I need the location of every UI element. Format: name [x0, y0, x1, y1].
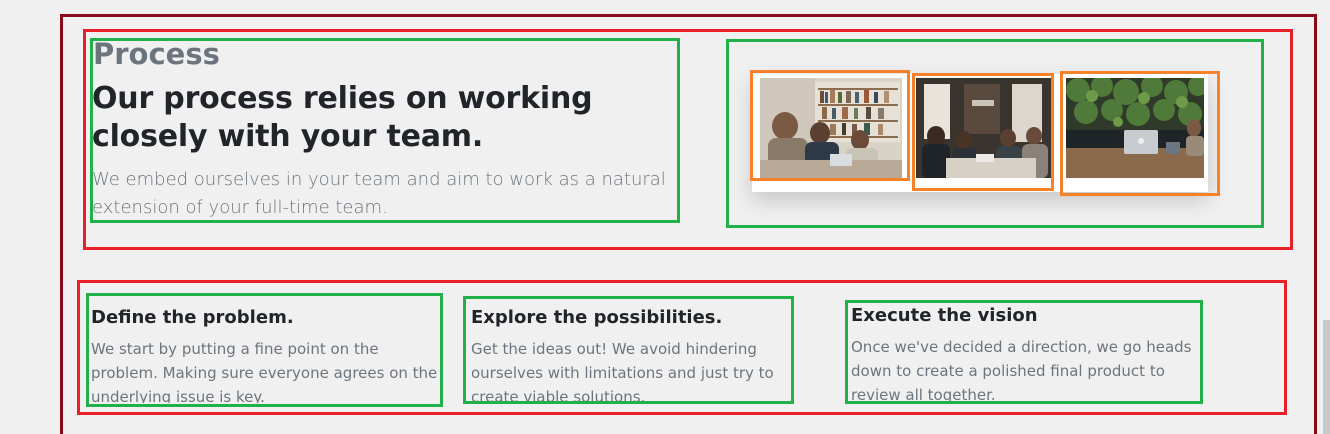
- photo-frame-3: [1060, 71, 1220, 196]
- section-heading: Our process relies on working closely wi…: [92, 81, 593, 154]
- step-title-explore: Explore the possibilities.: [471, 307, 723, 328]
- step-text-define: We start by putting a fine point on the …: [91, 340, 438, 403]
- step-title-execute: Execute the vision: [851, 305, 1038, 326]
- step-text-explore: Get the ideas out! We avoid hindering ou…: [471, 340, 774, 401]
- step-title-define: Define the problem.: [91, 307, 294, 328]
- section-lead: We embed ourselves in your team and aim …: [92, 169, 666, 218]
- photo-frame-2: [912, 73, 1054, 191]
- section-label: Process: [93, 37, 220, 71]
- scrollbar-thumb[interactable]: [1323, 320, 1330, 434]
- photo-frame-1: [750, 70, 910, 181]
- step-text-execute: Once we've decided a direction, we go he…: [851, 338, 1192, 401]
